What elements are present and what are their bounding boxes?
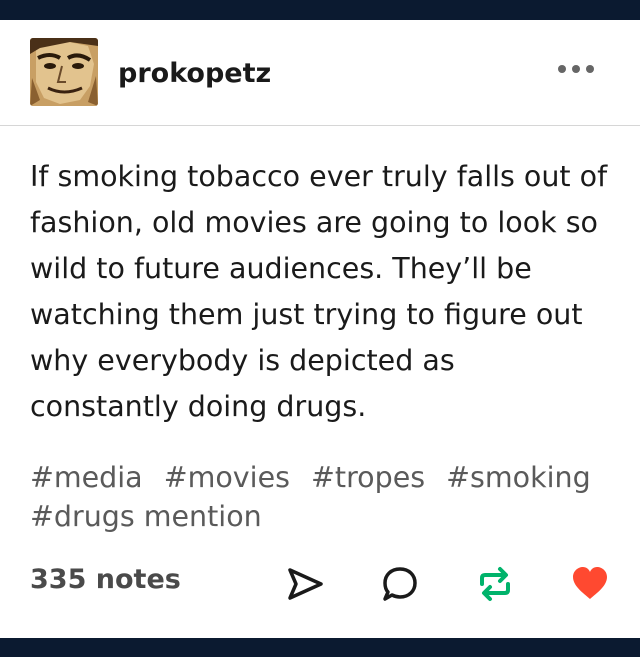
- speech-bubble-icon[interactable]: [380, 564, 420, 604]
- heart-icon[interactable]: [570, 564, 610, 604]
- tag-movies[interactable]: #movies: [164, 461, 290, 494]
- notes-count[interactable]: 335 notes: [30, 564, 181, 595]
- tag-drugs-mention[interactable]: #drugs mention: [30, 500, 262, 533]
- top-bar: [0, 0, 640, 20]
- avatar[interactable]: [30, 38, 98, 106]
- post-card: prokopetz If smoking tobacco ever truly …: [0, 0, 640, 657]
- tag-media[interactable]: #media: [30, 461, 143, 494]
- tag-list: #media #movies #tropes #smoking #drugs m…: [30, 458, 620, 536]
- header-divider: [0, 125, 640, 126]
- avatar-image: [30, 38, 98, 106]
- post-body: If smoking tobacco ever truly falls out …: [30, 160, 608, 423]
- bottom-bar: [0, 638, 640, 657]
- reblog-arrows-icon[interactable]: [475, 564, 515, 604]
- more-dots-icon[interactable]: [556, 58, 596, 80]
- post-header: prokopetz: [0, 20, 640, 125]
- tag-smoking[interactable]: #smoking: [446, 461, 591, 494]
- send-arrow-icon[interactable]: [285, 564, 325, 604]
- tag-tropes[interactable]: #tropes: [311, 461, 425, 494]
- username[interactable]: prokopetz: [118, 58, 271, 89]
